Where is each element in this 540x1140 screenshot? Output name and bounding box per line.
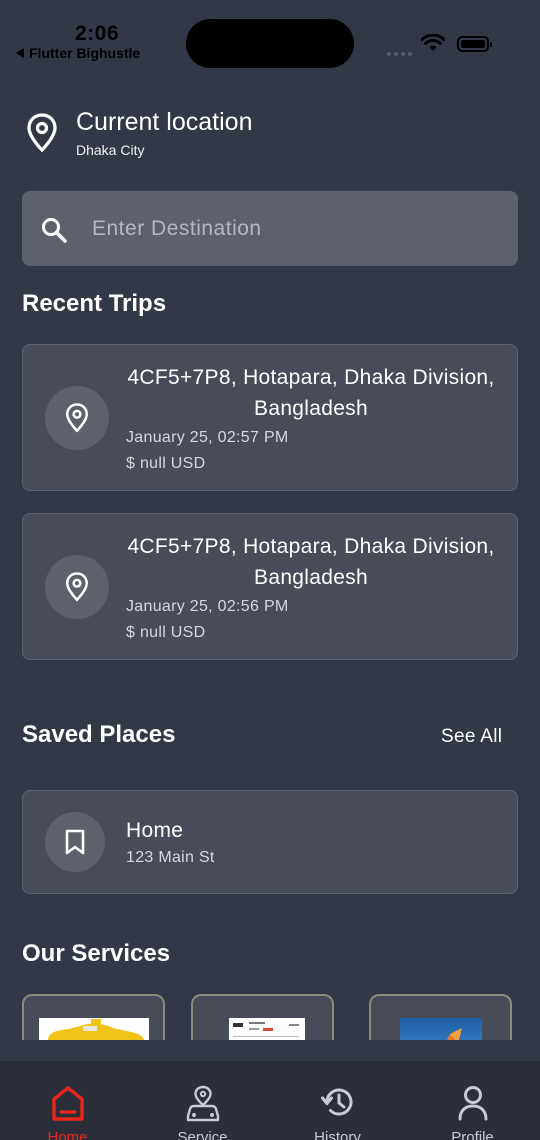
trip-price: $ null USD	[126, 624, 206, 641]
battery-icon	[457, 36, 492, 52]
nav-label-service: Service	[177, 1129, 228, 1140]
photo-image	[400, 1018, 482, 1040]
person-icon	[458, 1086, 487, 1121]
trip-card[interactable]: 4CF5+7P8, Hotapara, Dhaka Division, Bang…	[22, 513, 518, 660]
trip-price: $ null USD	[126, 455, 206, 472]
saved-places-heading: Saved Places	[22, 721, 176, 748]
trip-date: January 25, 02:57 PM	[126, 429, 289, 446]
location-title: Current location	[76, 108, 253, 136]
back-to-app-link[interactable]: Flutter Bighustle	[16, 45, 140, 61]
bookmark-icon	[65, 829, 85, 855]
nav-item-history[interactable]: History	[270, 1061, 405, 1140]
saved-place-address: 123 Main St	[126, 849, 215, 866]
nav-item-home[interactable]: Home	[0, 1061, 135, 1140]
wifi-icon	[421, 34, 445, 51]
document-image	[229, 1018, 305, 1040]
trip-address: 4CF5+7P8, Hotapara, Dhaka Division, Bang…	[127, 366, 495, 420]
trip-avatar	[45, 386, 109, 450]
status-bar: 2:06 Flutter Bighustle	[0, 0, 540, 72]
location-subtitle: Dhaka City	[76, 142, 145, 158]
nav-item-service[interactable]: Service	[135, 1061, 270, 1140]
back-app-label: Flutter Bighustle	[29, 45, 141, 61]
services-carousel[interactable]	[0, 990, 540, 1040]
status-time: 2:06	[75, 22, 120, 45]
back-arrow-icon	[16, 48, 24, 58]
trip-date: January 25, 02:56 PM	[126, 598, 289, 615]
location-pin-icon	[65, 403, 89, 433]
service-card-taxi[interactable]	[22, 994, 165, 1040]
destination-search[interactable]	[22, 191, 518, 266]
destination-input[interactable]	[92, 209, 492, 249]
our-services-heading: Our Services	[22, 940, 171, 967]
saved-place-card[interactable]: Home 123 Main St	[22, 790, 518, 894]
taxi-image	[39, 1018, 149, 1040]
car-location-icon	[186, 1085, 219, 1122]
signal-dots-icon	[387, 43, 415, 61]
home-icon	[51, 1086, 84, 1121]
saved-place-avatar	[45, 812, 105, 872]
trip-card[interactable]: 4CF5+7P8, Hotapara, Dhaka Division, Bang…	[22, 344, 518, 491]
trip-address: 4CF5+7P8, Hotapara, Dhaka Division, Bang…	[127, 535, 495, 589]
bottom-nav: Home Service History Profile	[0, 1061, 540, 1140]
service-card-document[interactable]	[191, 994, 334, 1040]
history-icon	[320, 1088, 352, 1116]
service-card-photo[interactable]	[369, 994, 512, 1040]
recent-trips-heading: Recent Trips	[22, 290, 167, 317]
location-pin-icon	[27, 113, 57, 153]
nav-label-history: History	[314, 1129, 361, 1140]
nav-label-profile: Profile	[451, 1129, 494, 1140]
nav-item-profile[interactable]: Profile	[405, 1061, 540, 1140]
search-icon	[42, 218, 67, 243]
nav-label-home: Home	[47, 1129, 88, 1140]
saved-place-name: Home	[126, 819, 184, 842]
location-pin-icon	[65, 572, 89, 602]
dynamic-island	[186, 19, 354, 68]
trip-avatar	[45, 555, 109, 619]
see-all-link[interactable]: See All	[441, 726, 502, 748]
